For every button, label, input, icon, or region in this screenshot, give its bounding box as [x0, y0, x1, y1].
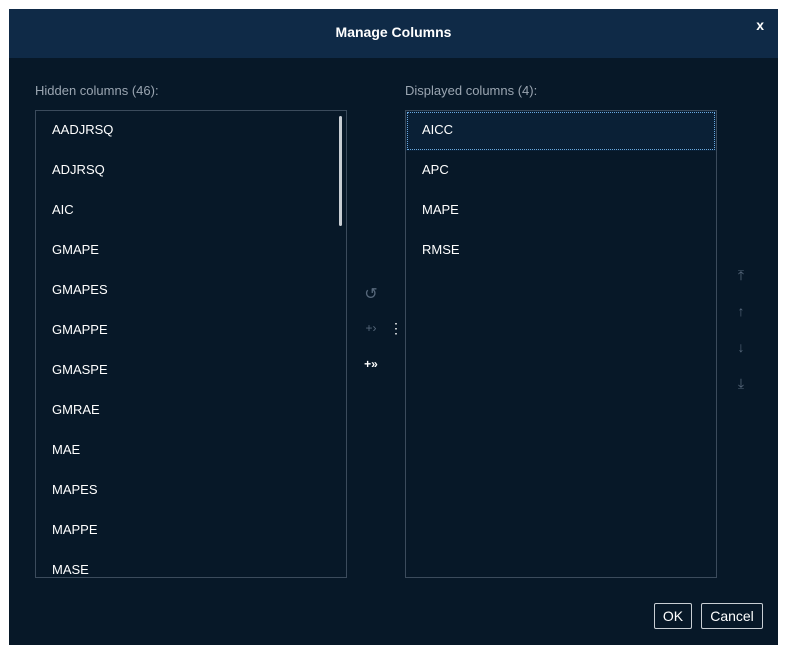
list-item[interactable]: AIC: [36, 191, 346, 231]
list-item[interactable]: GMASPE: [36, 351, 346, 391]
list-item[interactable]: GMRAE: [36, 391, 346, 431]
list-item[interactable]: RMSE: [406, 231, 716, 271]
list-item[interactable]: MAE: [36, 431, 346, 471]
list-item[interactable]: MASE: [36, 551, 346, 577]
hidden-columns-label: Hidden columns (46):: [35, 83, 159, 98]
list-item[interactable]: GMAPE: [36, 231, 346, 271]
cancel-button[interactable]: Cancel: [701, 603, 763, 629]
more-options-icon[interactable]: ⋮: [386, 320, 406, 337]
list-item[interactable]: APC: [406, 151, 716, 191]
displayed-columns-label: Displayed columns (4):: [405, 83, 538, 98]
list-item[interactable]: AICC: [406, 111, 716, 151]
list-item[interactable]: MAPE: [406, 191, 716, 231]
manage-columns-dialog: Manage Columns x Hidden columns (46): Di…: [9, 9, 778, 645]
list-item[interactable]: ADJRSQ: [36, 151, 346, 191]
list-item[interactable]: AADJRSQ: [36, 111, 346, 151]
list-item[interactable]: GMAPES: [36, 271, 346, 311]
move-up-icon[interactable]: ↑: [731, 303, 751, 319]
list-item[interactable]: GMAPPE: [36, 311, 346, 351]
undo-icon[interactable]: ↺: [361, 284, 381, 304]
dialog-header: Manage Columns x: [9, 9, 778, 58]
move-down-icon[interactable]: ↓: [731, 339, 751, 355]
list-item[interactable]: MAPPE: [36, 511, 346, 551]
list-item[interactable]: MAPES: [36, 471, 346, 511]
scrollbar[interactable]: [339, 116, 342, 226]
hidden-columns-list[interactable]: AADJRSQ ADJRSQ AIC GMAPE GMAPES GMAPPE G…: [35, 110, 347, 578]
close-icon[interactable]: x: [756, 15, 764, 35]
displayed-columns-list[interactable]: AICC APC MAPE RMSE: [405, 110, 717, 578]
add-all-icon[interactable]: +»: [361, 357, 381, 371]
move-bottom-icon[interactable]: ⤓: [731, 375, 751, 392]
add-selected-icon[interactable]: +›: [361, 321, 381, 335]
move-top-icon[interactable]: ⤒: [731, 267, 751, 284]
ok-button[interactable]: OK: [654, 603, 692, 629]
dialog-title: Manage Columns: [335, 24, 452, 40]
